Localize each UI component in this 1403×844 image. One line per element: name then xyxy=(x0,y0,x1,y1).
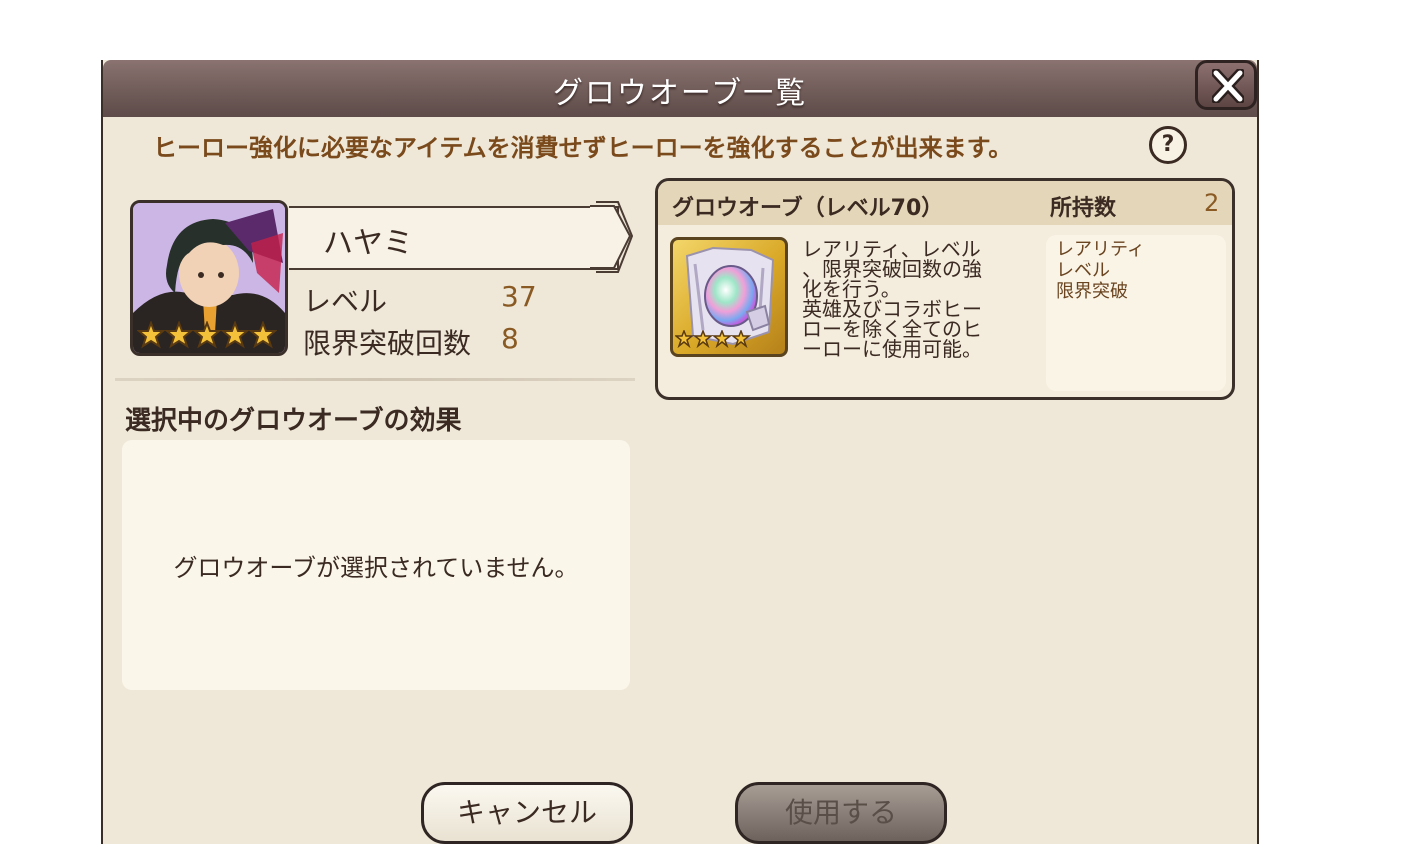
orb-name: グロウオーブ（レベル70） xyxy=(672,196,944,221)
name-plate-arrow-icon xyxy=(590,201,634,273)
divider xyxy=(115,378,635,381)
orb-owned-label: 所持数 xyxy=(1050,196,1117,221)
grow-orb-dialog: グロウオーブ一覧 ヒーロー強化に必要なアイテムを消費せずヒーローを強化することが… xyxy=(101,60,1259,844)
orb-description-line: 、限界突破回数の強 xyxy=(802,257,982,281)
effect-empty-message: グロウオーブが選択されていません。 xyxy=(173,554,579,582)
orb-description-line: 化を行う。 xyxy=(802,277,901,301)
title-bar: グロウオーブ一覧 xyxy=(103,60,1257,117)
close-icon xyxy=(1212,69,1244,103)
hero-portrait xyxy=(130,200,288,356)
orb-card-header: グロウオーブ（レベル70） 所持数 2 xyxy=(658,181,1232,225)
orb-owned-count: 2 xyxy=(1204,189,1220,217)
dialog-title: グロウオーブ一覧 xyxy=(552,76,808,111)
star-icon xyxy=(136,320,278,349)
hero-rarity-stars xyxy=(136,320,278,353)
orb-rarity-stars xyxy=(673,328,755,352)
star-icon xyxy=(673,328,752,349)
level-label: レベル xyxy=(303,285,388,318)
orb-tag: 限界突破 xyxy=(1056,281,1128,302)
orb-tag: レアリティ xyxy=(1056,239,1145,260)
hero-name: ハヤミ xyxy=(323,226,413,261)
orb-item-icon xyxy=(670,237,788,357)
use-button[interactable]: 使用する xyxy=(735,782,947,844)
orb-effect-tags: レアリティ レベル 限界突破 xyxy=(1046,235,1226,391)
grow-orb-card[interactable]: グロウオーブ（レベル70） 所持数 2 レアリティ、レベル 、限界突破回数の強 … xyxy=(655,178,1235,400)
effect-panel: グロウオーブが選択されていません。 xyxy=(122,440,630,690)
help-icon: ? xyxy=(1161,132,1175,157)
limit-break-label: 限界突破回数 xyxy=(303,327,472,360)
help-button[interactable]: ? xyxy=(1149,126,1187,164)
effect-heading: 選択中のグロウオーブの効果 xyxy=(125,406,462,436)
orb-description: レアリティ、レベル 、限界突破回数の強 化を行う。 英雄及びコラボヒー ローを除… xyxy=(802,239,1026,359)
orb-description-line: ーローに使用可能。 xyxy=(802,337,982,361)
close-button[interactable] xyxy=(1195,60,1257,110)
orb-description-line: 英雄及びコラボヒー xyxy=(802,297,982,321)
cancel-button[interactable]: キャンセル xyxy=(421,782,633,844)
level-value: 37 xyxy=(501,280,537,313)
limit-break-value: 8 xyxy=(501,322,519,355)
orb-description-line: ローを除く全てのヒ xyxy=(802,317,982,341)
dialog-subtitle: ヒーロー強化に必要なアイテムを消費せずヒーローを強化することが出来ます。 xyxy=(153,134,1013,162)
orb-description-line: レアリティ、レベル xyxy=(802,237,981,261)
orb-tag: レベル xyxy=(1056,260,1110,281)
